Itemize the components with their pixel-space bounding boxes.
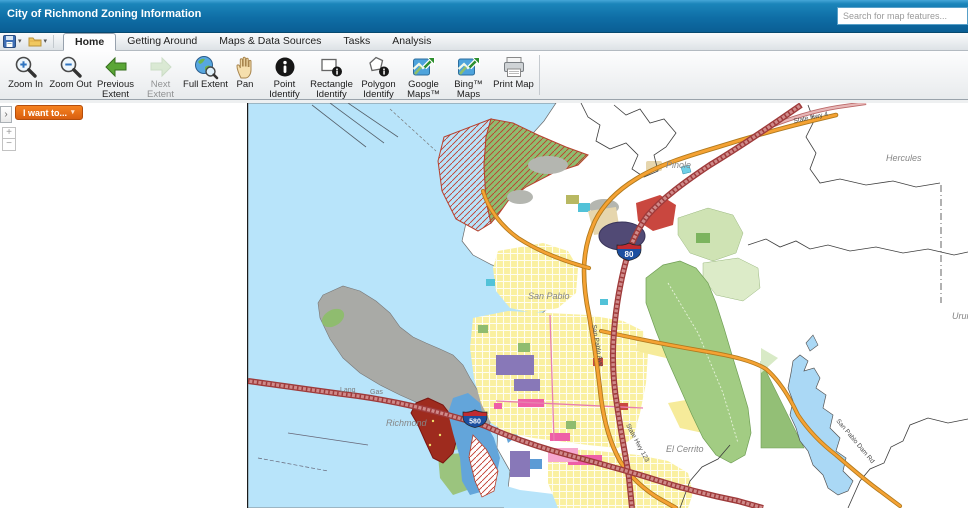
toolbar-label: Print Map xyxy=(493,79,534,90)
toolbar-label: Google Maps™ xyxy=(407,79,440,101)
open-project-button[interactable]: ▾ xyxy=(25,33,51,50)
zoom-out-icon xyxy=(60,56,82,78)
map-zoom-control: + − xyxy=(2,127,16,151)
zoom-out-button[interactable]: Zoom Out xyxy=(48,53,93,90)
panel-expander-button[interactable]: › xyxy=(0,106,12,123)
map-label-hercules: Hercules xyxy=(886,153,922,163)
map-label-san-pablo: San Pablo xyxy=(528,291,570,301)
pan-icon xyxy=(236,56,252,79)
side-panel: › I want to... ▾ + − xyxy=(0,103,247,508)
map-label-pinole: Pinole xyxy=(666,160,691,170)
menu-separator xyxy=(53,35,55,48)
toolbar-separator xyxy=(539,55,540,95)
tab-tasks[interactable]: Tasks xyxy=(332,33,381,50)
search-input[interactable] xyxy=(837,7,968,25)
rectangle-identify-icon xyxy=(320,58,342,77)
open-icon xyxy=(28,37,42,47)
open-caret-icon[interactable]: ▾ xyxy=(44,38,48,45)
toolbar-label: Polygon Identify xyxy=(361,79,396,101)
toolbar-label: Point Identify xyxy=(269,79,300,101)
rectangle-identify-button[interactable]: Rectangle Identify xyxy=(307,53,356,101)
save-project-button[interactable]: ▾ xyxy=(0,33,25,50)
toolbar: Zoom In Zoom Out Previous Extent Next Ex… xyxy=(0,51,968,100)
tab-maps-data-sources[interactable]: Maps & Data Sources xyxy=(208,33,332,50)
app-window: City of Richmond Zoning Information ▾ ▾ … xyxy=(0,0,968,508)
svg-text:80: 80 xyxy=(625,250,634,259)
full-extent-button[interactable]: Full Extent xyxy=(183,53,228,90)
google-maps-icon xyxy=(412,57,435,76)
chevron-down-icon: ▾ xyxy=(71,109,75,116)
toolbar-label: Bing™ Maps xyxy=(454,79,483,101)
bing-maps-icon xyxy=(457,57,480,76)
map-label-gas: Gas xyxy=(370,389,383,396)
tab-getting-around[interactable]: Getting Around xyxy=(116,33,208,50)
toolbar-label: Next Extent xyxy=(147,79,174,101)
zoom-in-icon xyxy=(15,56,37,78)
next-extent-button: Next Extent xyxy=(138,53,183,101)
map-label-richmond: Richmond xyxy=(386,418,428,428)
chevron-right-icon: › xyxy=(4,109,8,120)
map-label-lang: Lang xyxy=(340,387,356,394)
title-bar: City of Richmond Zoning Information xyxy=(0,0,968,33)
map-canvas[interactable]: 80 580 San Pablo Richmond Pinole Hercule… xyxy=(248,103,968,508)
point-identify-button[interactable]: Point Identify xyxy=(262,53,307,101)
map-label-el-cerrito: El Cerrito xyxy=(666,444,704,454)
tab-analysis[interactable]: Analysis xyxy=(381,33,442,50)
toolbar-label: Zoom In xyxy=(8,79,43,90)
full-extent-icon xyxy=(194,56,218,80)
tab-strip: Home Getting Around Maps & Data Sources … xyxy=(63,33,442,51)
polygon-identify-button[interactable]: Polygon Identify xyxy=(356,53,401,101)
tab-home[interactable]: Home xyxy=(63,33,117,51)
toolbar-label: Rectangle Identify xyxy=(310,79,353,101)
map-label-urun: Urun xyxy=(952,311,968,321)
polygon-identify-icon xyxy=(368,56,389,77)
toolbar-label: Pan xyxy=(236,79,254,90)
menu-bar: ▾ ▾ Home Getting Around Maps & Data Sour… xyxy=(0,33,968,51)
svg-text:580: 580 xyxy=(469,419,481,426)
next-extent-icon xyxy=(150,56,172,78)
google-maps-button[interactable]: Google Maps™ xyxy=(401,53,446,101)
save-icon xyxy=(3,35,16,48)
bing-maps-button[interactable]: Bing™ Maps xyxy=(446,53,491,101)
pan-button[interactable]: Pan xyxy=(228,53,262,90)
toolbar-label: Previous Extent xyxy=(97,79,134,101)
zoom-in-button[interactable]: Zoom In xyxy=(3,53,48,90)
previous-extent-icon xyxy=(104,56,126,78)
page-title: City of Richmond Zoning Information xyxy=(7,8,202,20)
i-want-to-button[interactable]: I want to... ▾ xyxy=(15,105,83,120)
content-area: › I want to... ▾ + − 80 580 San Pablo Ri… xyxy=(0,100,968,508)
toolbar-label: Full Extent xyxy=(183,79,228,90)
previous-extent-button[interactable]: Previous Extent xyxy=(93,53,138,101)
print-map-button[interactable]: Print Map xyxy=(491,53,536,90)
point-identify-icon xyxy=(275,57,294,77)
save-caret-icon[interactable]: ▾ xyxy=(18,38,22,45)
i-want-to-label: I want to... xyxy=(23,107,67,118)
map-frame: 80 580 San Pablo Richmond Pinole Hercule… xyxy=(247,103,968,508)
map-zoom-out-button[interactable]: − xyxy=(2,139,16,151)
toolbar-label: Zoom Out xyxy=(49,79,92,90)
print-map-icon xyxy=(503,57,524,77)
